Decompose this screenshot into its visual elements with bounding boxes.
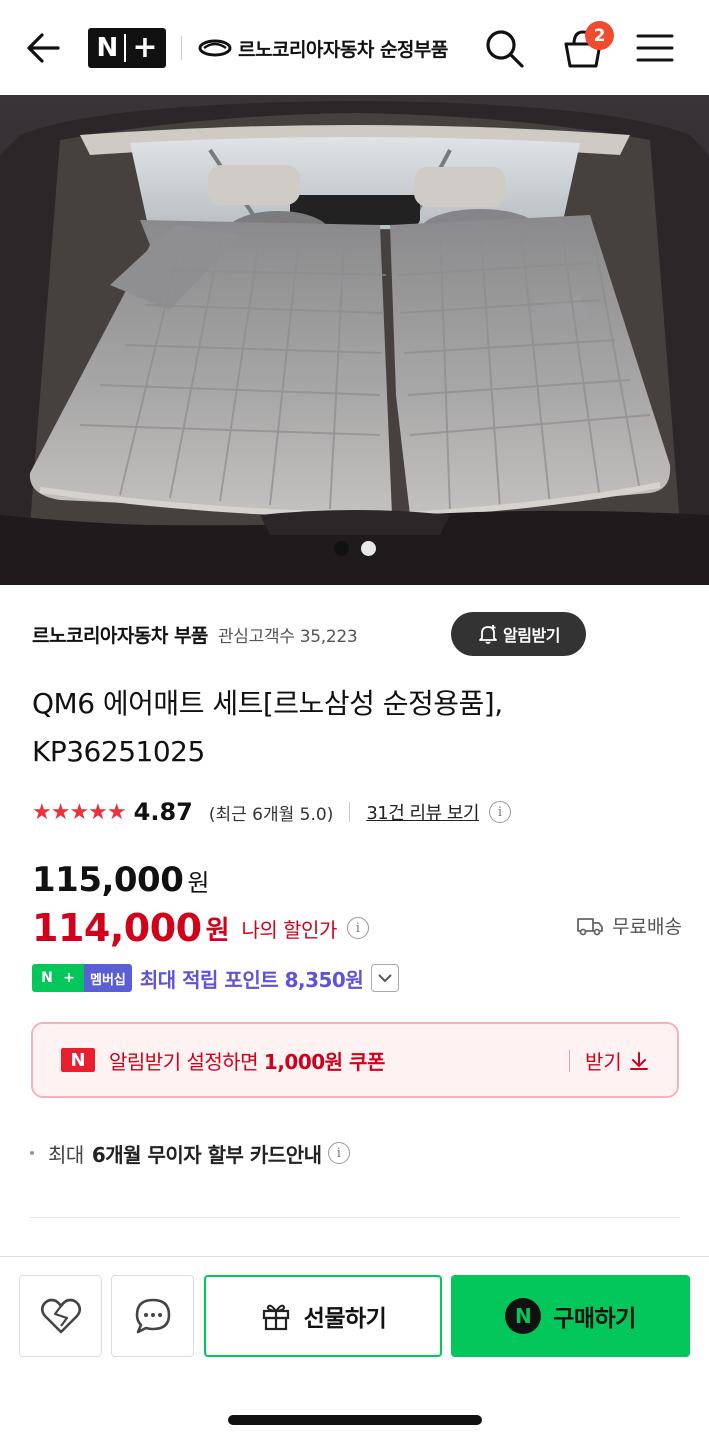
- gallery-pagination: [0, 541, 709, 556]
- section-divider: [30, 1217, 680, 1218]
- gift-label: 선물하기: [303, 1306, 387, 1332]
- rating-divider: [349, 802, 351, 822]
- buy-button[interactable]: N 구매하기: [451, 1275, 690, 1357]
- coupon-download-button[interactable]: 받기: [585, 1046, 650, 1075]
- points-text: 최대 적립 포인트 8,350원: [139, 967, 364, 992]
- coupon-text-prefix: 알림받기 설정하면: [109, 1049, 264, 1074]
- star-rating-icon: ★★★★★: [32, 799, 127, 825]
- seller-name[interactable]: 르노코리아자동차 부품: [32, 621, 208, 648]
- brand-store-link[interactable]: 르노코리아자동차 순정부품: [198, 32, 448, 64]
- top-header: N + 르노코리아자동차 순정부품 2: [0, 0, 709, 95]
- product-image[interactable]: [0, 95, 709, 585]
- header-divider: [181, 36, 182, 60]
- nplus-separator: [124, 34, 127, 62]
- shipping-info: 무료배송: [576, 912, 682, 939]
- original-price-unit: 원: [187, 869, 209, 897]
- naver-plus-logo[interactable]: N +: [88, 28, 166, 68]
- membership-badge-nplus: N +: [32, 964, 84, 992]
- menu-button[interactable]: [634, 30, 676, 66]
- installment-info-icon[interactable]: i: [327, 1142, 350, 1164]
- coupon-banner[interactable]: N 알림받기 설정하면 1,000원 쿠폰 받기: [31, 1022, 679, 1098]
- hamburger-menu-icon: [636, 34, 674, 62]
- original-price-value: 115,000: [32, 860, 184, 900]
- rating-row: ★★★★★ 4.87 (최근 6개월 5.0) 31건 리뷰 보기 i: [32, 794, 692, 830]
- nplus-plus: +: [132, 30, 158, 65]
- gift-icon: [262, 1304, 289, 1331]
- bottom-action-bar: 선물하기 N 구매하기: [0, 1256, 709, 1440]
- back-button[interactable]: [22, 28, 66, 68]
- membership-badge-label: 멤버십: [84, 964, 132, 992]
- review-link[interactable]: 31건 리뷰 보기: [366, 799, 479, 825]
- membership-badge-n: N: [41, 970, 53, 986]
- coupon-divider: [569, 1050, 570, 1072]
- renault-logo-icon: [198, 39, 232, 57]
- gallery-dot-1[interactable]: [333, 541, 349, 556]
- original-price: 115,000 원: [32, 860, 209, 900]
- expand-points-button[interactable]: [371, 964, 400, 992]
- rating-score: 4.87: [133, 798, 193, 826]
- interest-count: 관심고객수 35,223: [217, 626, 358, 647]
- cart-count-badge: 2: [585, 21, 614, 50]
- sale-price-unit: 원: [205, 915, 230, 946]
- brand-name: 르노코리아자동차 순정부품: [238, 38, 448, 61]
- installment-prefix: 최대: [48, 1142, 84, 1167]
- product-title: QM6 에어매트 세트[르노삼성 순정용품], KP36251025: [32, 687, 503, 768]
- membership-points-row[interactable]: N + 멤버십 최대 적립 포인트 8,350원: [32, 962, 400, 994]
- home-indicator[interactable]: [228, 1415, 482, 1425]
- like-button[interactable]: [19, 1275, 102, 1357]
- nplus-n: N: [96, 33, 119, 63]
- membership-badge-plus: +: [63, 970, 75, 986]
- buy-label: 구매하기: [553, 1306, 636, 1332]
- chevron-down-icon: [378, 974, 392, 983]
- air-mattress-photo: [0, 95, 709, 585]
- sale-price: 114,000: [32, 906, 202, 950]
- coupon-text: 알림받기 설정하면 1,000원 쿠폰: [109, 1046, 385, 1075]
- alarm-label: 알림받기: [503, 626, 560, 645]
- seller-row: 르노코리아자동차 부품 관심고객수 35,223 알림받기: [32, 612, 692, 656]
- info-icon[interactable]: i: [488, 801, 511, 823]
- sale-price-row: 114,000 원 나의 할인가 i 무료배송: [32, 906, 682, 950]
- alarm-button[interactable]: 알림받기: [451, 612, 586, 656]
- bell-plus-icon: [479, 625, 497, 644]
- gift-button[interactable]: 선물하기: [204, 1275, 442, 1357]
- installment-text: 6개월 무이자 할부 카드안내: [91, 1142, 322, 1167]
- bullet: [30, 1151, 34, 1155]
- installment-info[interactable]: 최대 6개월 무이자 할부 카드안내 i: [30, 1136, 350, 1170]
- arrow-left-icon: [27, 33, 60, 63]
- naver-coupon-logo-icon: N: [61, 1048, 95, 1072]
- search-icon: [486, 30, 524, 68]
- my-discount-label: 나의 할인가: [241, 917, 338, 942]
- gallery-dot-2[interactable]: [360, 541, 376, 556]
- membership-badge: N + 멤버십: [32, 964, 132, 992]
- recent-rating: (최근 6개월 5.0): [208, 804, 334, 825]
- truck-icon: [577, 917, 603, 935]
- chat-bubble-icon: [135, 1298, 170, 1334]
- heart-icon: [40, 1298, 81, 1334]
- shipping-label: 무료배송: [612, 916, 682, 938]
- discount-info-icon[interactable]: i: [346, 917, 369, 939]
- naver-pay-icon: N: [505, 1298, 542, 1334]
- coupon-amount: 1,000원 쿠폰: [263, 1049, 385, 1074]
- coupon-download-label: 받기: [585, 1050, 622, 1074]
- talk-button[interactable]: [111, 1275, 194, 1357]
- download-icon: [629, 1051, 648, 1070]
- search-button[interactable]: [482, 26, 526, 70]
